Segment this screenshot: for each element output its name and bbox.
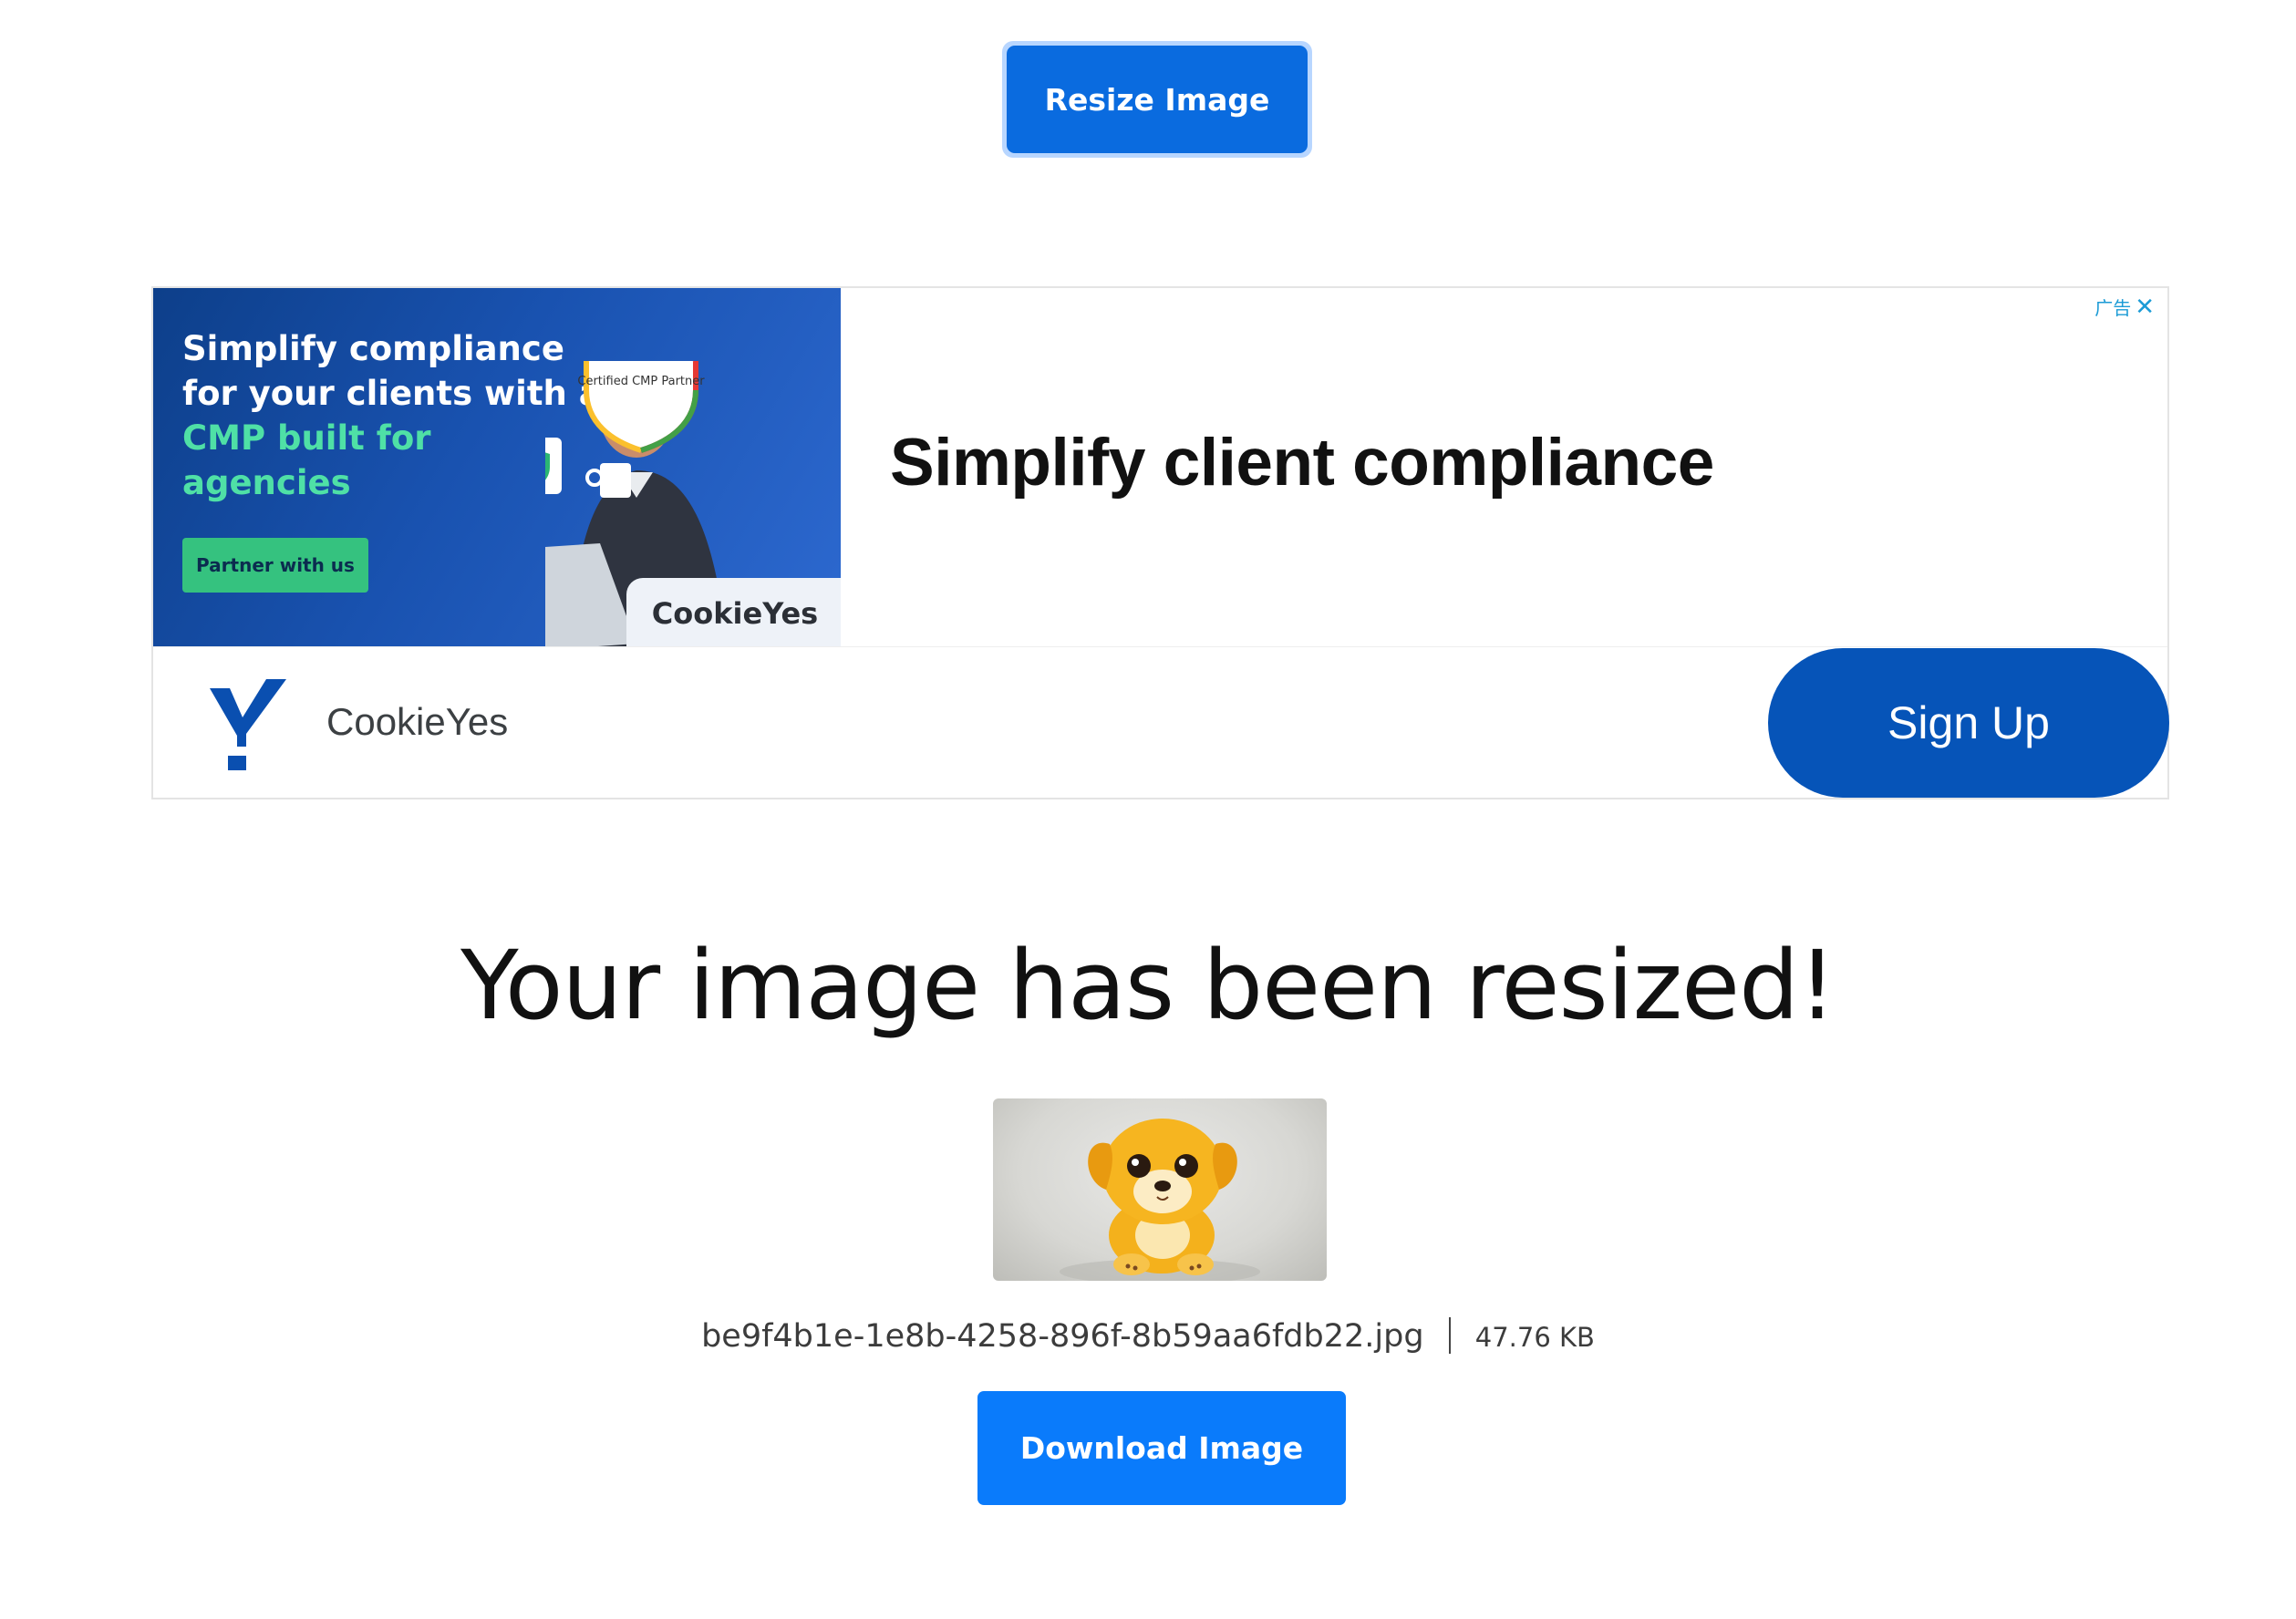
ad-label[interactable]: 广告 <box>2094 294 2131 320</box>
ad-badge-text: Certified CMP Partner <box>577 375 705 388</box>
ad-partner-button[interactable]: Partner with us <box>182 538 368 593</box>
cookieyes-logo-icon <box>210 679 286 770</box>
ad-choices[interactable]: 广告 ✕ <box>2094 294 2155 320</box>
resized-image-preview <box>993 1098 1327 1281</box>
ad-banner-image[interactable]: Simplify compliance for your clients wit… <box>153 288 841 646</box>
file-info: be9f4b1e-1e8b-4258-896f-8b59aa6fdb22.jpg… <box>0 1317 2296 1355</box>
resize-image-button[interactable]: Resize Image <box>1007 46 1308 153</box>
download-image-button[interactable]: Download Image <box>977 1391 1346 1505</box>
ad-brand-name[interactable]: CookieYes <box>326 700 508 744</box>
advertisement[interactable]: Simplify compliance for your clients wit… <box>151 286 2169 799</box>
file-size: 47.76 KB <box>1474 1322 1595 1353</box>
page-title: Your image has been resized! <box>460 930 1836 1041</box>
ad-divider <box>153 646 2167 647</box>
resize-button-focus-ring: Resize Image <box>1002 41 1312 158</box>
file-name: be9f4b1e-1e8b-4258-896f-8b59aa6fdb22.jpg <box>701 1318 1424 1355</box>
puppy-image <box>1060 1119 1260 1281</box>
ad-image-brand: CookieYes <box>626 578 841 646</box>
close-icon[interactable]: ✕ <box>2135 295 2155 319</box>
ad-signup-button[interactable]: Sign Up <box>1768 648 2169 798</box>
file-info-divider <box>1448 1317 1451 1354</box>
ad-headline[interactable]: Simplify client compliance <box>890 425 1714 500</box>
